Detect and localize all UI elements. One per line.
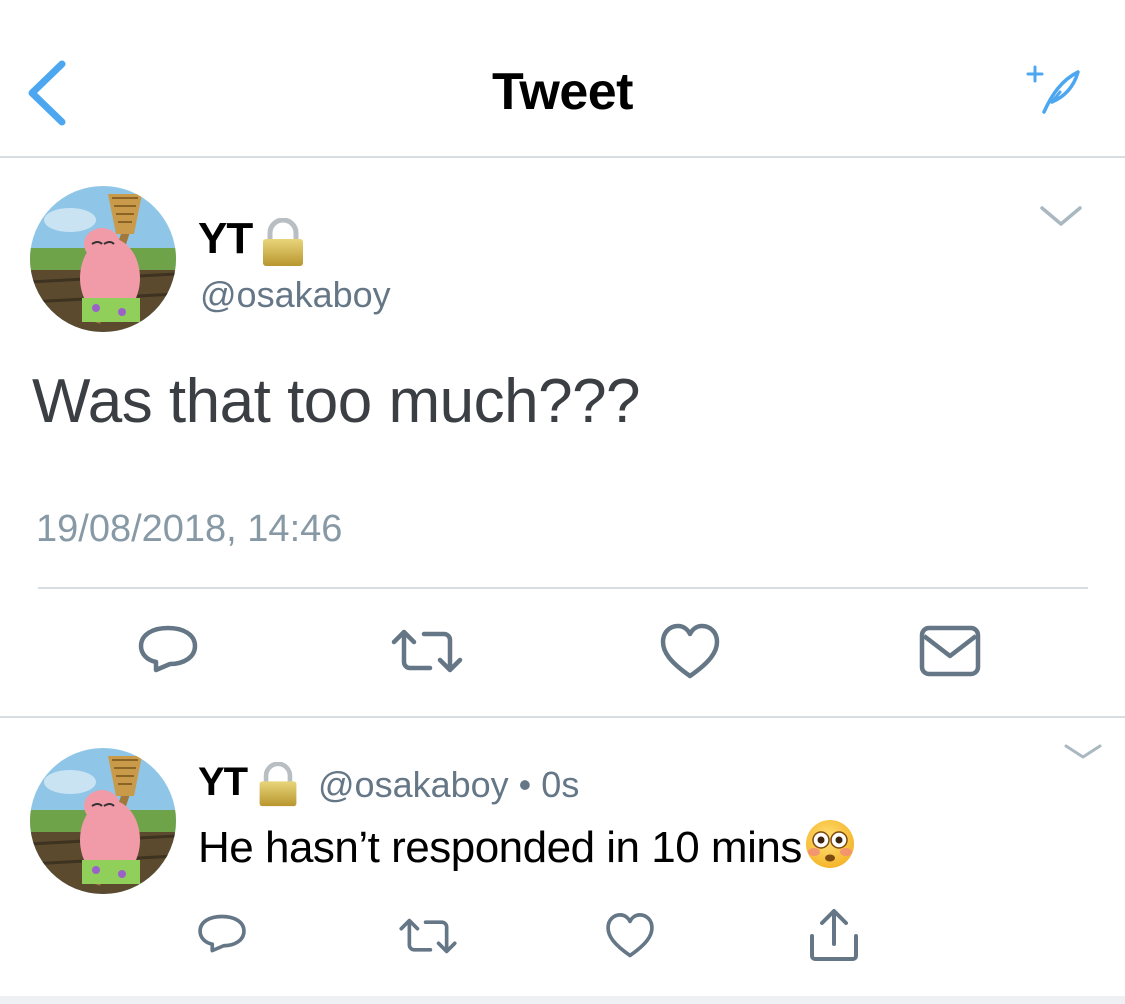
share-button[interactable] bbox=[806, 906, 862, 969]
compose-button[interactable] bbox=[1022, 62, 1084, 118]
avatar[interactable] bbox=[30, 748, 176, 894]
tweet-body: He hasn’t responded in 10 mins bbox=[198, 823, 802, 872]
compose-feather-icon bbox=[1026, 65, 1080, 114]
divider bbox=[38, 587, 1088, 589]
tweet-age: 0s bbox=[541, 764, 580, 805]
chevron-down-icon bbox=[1064, 744, 1102, 759]
direct-message-button[interactable] bbox=[918, 624, 982, 685]
avatar-image bbox=[30, 748, 176, 894]
retweet-button[interactable] bbox=[398, 914, 458, 963]
reply-icon bbox=[138, 625, 198, 673]
retweet-icon bbox=[391, 629, 463, 673]
retweet-button[interactable] bbox=[390, 624, 464, 683]
reply-button[interactable] bbox=[136, 620, 200, 689]
like-button[interactable] bbox=[604, 910, 656, 967]
avatar[interactable] bbox=[30, 186, 176, 332]
flushed-face-emoji bbox=[804, 818, 856, 881]
avatar-image bbox=[30, 186, 176, 332]
bottom-edge bbox=[0, 996, 1125, 1004]
handle[interactable]: @osakaboy bbox=[200, 274, 391, 316]
direct-message-icon bbox=[919, 625, 981, 677]
tweet-meta: @osakaboy • 0s bbox=[318, 764, 579, 806]
lock-icon bbox=[256, 761, 300, 813]
handle[interactable]: @osakaboy bbox=[318, 764, 509, 805]
tweet-options-button[interactable] bbox=[1036, 202, 1086, 232]
divider bbox=[0, 716, 1125, 718]
reply-icon bbox=[198, 914, 246, 953]
display-name[interactable]: YT bbox=[198, 760, 248, 805]
page-title: Tweet bbox=[491, 63, 634, 121]
like-icon bbox=[660, 623, 720, 679]
chevron-down-icon bbox=[1040, 206, 1082, 226]
lock-icon bbox=[260, 217, 306, 273]
display-name[interactable]: YT bbox=[198, 214, 253, 264]
meta-separator: • bbox=[518, 764, 532, 805]
like-button[interactable] bbox=[658, 620, 722, 689]
tweet-text: He hasn’t responded in 10 mins bbox=[198, 818, 856, 881]
like-icon bbox=[606, 913, 654, 958]
retweet-icon bbox=[399, 918, 457, 954]
tweet-timestamp: 19/08/2018, 14:46 bbox=[36, 508, 343, 550]
reply-button[interactable] bbox=[196, 910, 248, 967]
share-icon bbox=[810, 909, 858, 961]
tweet-options-button[interactable] bbox=[1062, 742, 1104, 762]
tweet-text: Was that too much??? bbox=[32, 367, 641, 436]
